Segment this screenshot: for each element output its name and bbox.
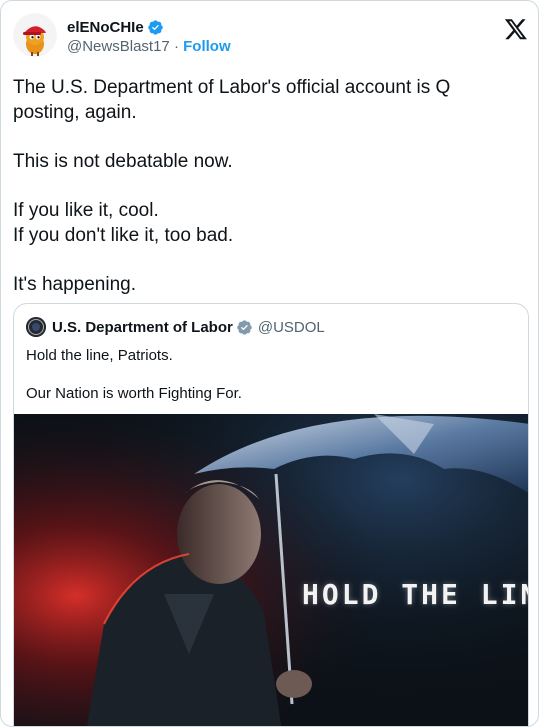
author-handle[interactable]: @NewsBlast17: [67, 38, 170, 55]
handle-separator: ·: [173, 38, 179, 55]
image-overlay-text: HOLD THE LINE.: [302, 578, 528, 611]
quoted-author-display-name[interactable]: U.S. Department of Labor: [52, 319, 233, 336]
quoted-author-handle[interactable]: @USDOL: [258, 319, 325, 336]
author-names: elENoCHIe @NewsBlast17 · Follow: [67, 17, 231, 57]
verified-badge-icon: [147, 19, 163, 35]
tweet-header: elENoCHIe @NewsBlast17 · Follow: [13, 13, 528, 61]
tweet-text-line: It's happening.: [13, 274, 136, 295]
government-verified-badge-icon: [237, 319, 252, 335]
quoted-tweet-header: U.S. Department of Labor @USDOL: [26, 316, 325, 338]
quoted-tweet-body: Hold the line, Patriots. Our Nation is w…: [26, 346, 516, 404]
tweet-text-line: If you don't like it, too bad.: [13, 225, 234, 246]
quoted-tweet[interactable]: U.S. Department of Labor @USDOL Hold the…: [13, 303, 529, 726]
tweet-card[interactable]: elENoCHIe @NewsBlast17 · Follow The U.S.…: [0, 0, 539, 727]
image-scene: [14, 414, 528, 726]
tweet-body: The U.S. Department of Labor's official …: [13, 75, 513, 297]
tweet-text-line: The U.S. Department of Labor's official …: [13, 77, 451, 123]
follow-button[interactable]: Follow: [183, 38, 231, 55]
quoted-author-avatar[interactable]: [26, 317, 46, 337]
quoted-tweet-image[interactable]: HOLD THE LINE.: [14, 414, 528, 726]
x-logo-icon[interactable]: [504, 17, 528, 41]
author-avatar[interactable]: [13, 13, 57, 57]
tweet-text-line: If you like it, cool.: [13, 200, 159, 221]
author-display-name[interactable]: elENoCHIe: [67, 19, 144, 36]
tweet-text-line: This is not debatable now.: [13, 151, 233, 172]
quoted-text-line: Hold the line, Patriots.: [26, 347, 173, 364]
quoted-text-line: Our Nation is worth Fighting For.: [26, 385, 242, 402]
